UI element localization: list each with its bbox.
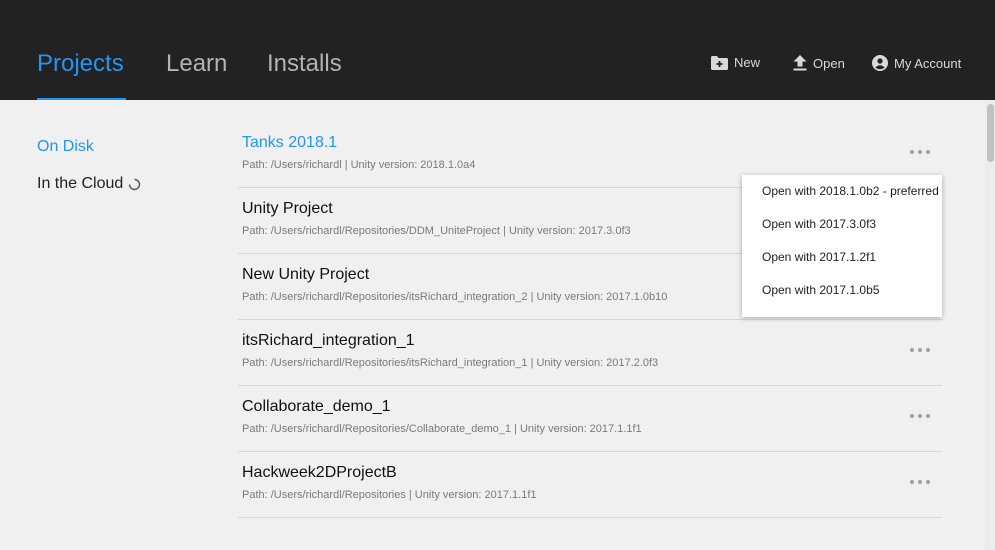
open-with-dropdown: Open with 2018.1.0b2 - preferred Open wi… [742,175,942,317]
project-path: Path: /Users/richardl/Repositories/itsRi… [242,291,668,303]
my-account-button[interactable]: My Account [872,55,961,71]
project-path: Path: /Users/richardl | Unity version: 2… [242,159,476,171]
open-with-option[interactable]: Open with 2017.3.0f3 [742,216,942,249]
project-path: Path: /Users/richardl/Repositories | Uni… [242,489,537,501]
new-button[interactable]: New [711,55,760,70]
top-bar: Projects Learn Installs New Open My Acco… [0,0,995,100]
tab-installs[interactable]: Installs [267,50,342,78]
open-button-label: Open [813,55,845,71]
project-row[interactable]: Hackweek2DProjectB Path: /Users/richardl… [238,452,942,518]
scrollbar-thumb[interactable] [987,104,994,162]
sidebar-item-label: In the Cloud [37,175,124,192]
loading-spinner-icon [129,178,141,190]
open-button[interactable]: Open [793,55,845,71]
open-with-option[interactable]: Open with 2018.1.0b2 - preferred [742,183,942,216]
project-path: Path: /Users/richardl/Repositories/Colla… [242,423,642,435]
more-options-icon[interactable] [910,146,930,158]
project-row[interactable]: itsRichard_integration_1 Path: /Users/ri… [238,320,942,386]
sidebar-item-label: On Disk [37,138,94,155]
account-icon [872,55,888,71]
project-name[interactable]: Hackweek2DProjectB [242,464,397,482]
more-options-icon[interactable] [910,344,930,356]
project-name[interactable]: Collaborate_demo_1 [242,398,391,416]
project-path: Path: /Users/richardl/Repositories/DDM_U… [242,225,631,237]
project-path: Path: /Users/richardl/Repositories/itsRi… [242,357,659,369]
tab-learn[interactable]: Learn [166,50,227,78]
my-account-label: My Account [894,55,962,71]
scrollbar-track[interactable] [985,100,995,550]
project-name[interactable]: itsRichard_integration_1 [242,332,415,350]
more-options-icon[interactable] [910,410,930,422]
upload-icon [793,55,807,71]
open-with-option[interactable]: Open with 2017.1.0b5 [742,282,942,315]
project-name[interactable]: Unity Project [242,200,333,218]
sidebar-item-on-disk[interactable]: On Disk [37,138,94,156]
new-button-label: New [734,55,761,70]
more-options-icon[interactable] [910,476,930,488]
tab-projects[interactable]: Projects [37,50,124,78]
project-name[interactable]: Tanks 2018.1 [242,134,337,152]
open-with-option[interactable]: Open with 2017.1.2f1 [742,249,942,282]
sidebar-item-in-the-cloud[interactable]: In the Cloud [37,175,141,193]
project-row[interactable]: Collaborate_demo_1 Path: /Users/richardl… [238,386,942,452]
project-name[interactable]: New Unity Project [242,266,369,284]
active-tab-indicator [37,98,126,100]
new-folder-icon [711,55,728,70]
